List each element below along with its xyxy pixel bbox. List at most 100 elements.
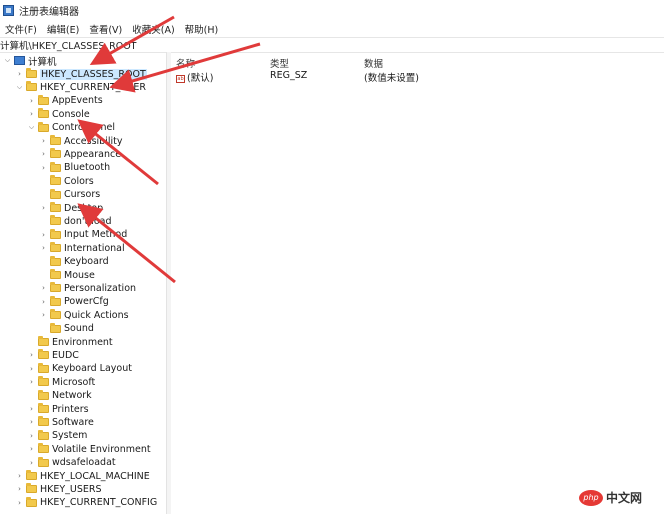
expand-closed-icon[interactable]: › [39, 150, 48, 159]
expand-closed-icon[interactable]: › [27, 364, 36, 373]
tree-node-label: HKEY_CLASSES_ROOT [40, 68, 147, 80]
tree-node[interactable]: › Keyboard Layout [27, 362, 132, 375]
expand-open-icon[interactable]: ⌵ [15, 83, 24, 92]
expand-open-icon[interactable]: ⌵ [27, 123, 36, 132]
expand-closed-icon[interactable]: › [15, 70, 24, 79]
expand-closed-icon[interactable]: › [27, 458, 36, 467]
folder-icon [50, 242, 61, 253]
tree-node[interactable]: › PowerCfg [39, 295, 109, 308]
folder-icon [50, 269, 61, 280]
watermark-text: 中文网 [606, 491, 643, 505]
expand-closed-icon[interactable]: › [27, 418, 36, 427]
column-header-data[interactable]: 数据 [364, 56, 383, 70]
folder-icon [50, 228, 61, 239]
tree-node[interactable]: Keyboard [39, 255, 109, 268]
expand-closed-icon[interactable]: › [39, 204, 48, 213]
tree-node[interactable]: Sound [39, 322, 94, 335]
tree-node[interactable]: › Appearance [39, 148, 121, 161]
menu-view[interactable]: 查看(V) [84, 22, 127, 36]
tree-node-label: System [52, 430, 88, 442]
tree-node-label: Console [52, 108, 90, 120]
tree-node[interactable]: › Bluetooth [39, 161, 110, 174]
tree-node[interactable]: Cursors [39, 188, 100, 201]
tree-node-label: HKEY_LOCAL_MACHINE [40, 470, 150, 482]
tree-node[interactable]: › HKEY_LOCAL_MACHINE [15, 469, 150, 482]
menu-edit[interactable]: 编辑(E) [42, 22, 84, 36]
expand-closed-icon[interactable]: › [15, 472, 24, 481]
tree-node-label: Sound [64, 323, 94, 335]
registry-tree[interactable]: ⌵ 计算机 › HKEY_CLASSES_ROOT ⌵ HKEY_CURRENT_USER… [0, 52, 166, 514]
value-data: (数值未设置) [364, 73, 419, 84]
tree-node[interactable]: › Input Method [39, 228, 127, 241]
expand-closed-icon[interactable]: › [39, 230, 48, 239]
expand-closed-icon[interactable]: › [27, 431, 36, 440]
tree-node[interactable]: › Microsoft [27, 376, 95, 389]
tree-node[interactable]: ⌵ 计算机 [3, 54, 57, 68]
tree-node[interactable]: › wdsafeloadat [27, 456, 116, 469]
expand-closed-icon[interactable]: › [27, 445, 36, 454]
pane-splitter[interactable] [166, 52, 171, 514]
tree-node[interactable]: › Accessibility [39, 134, 122, 147]
tree-node[interactable]: › Quick Actions [39, 309, 129, 322]
expand-closed-icon[interactable]: › [39, 244, 48, 253]
expand-closed-icon[interactable]: › [27, 351, 36, 360]
tree-node[interactable]: ⌵ Control Panel [27, 121, 115, 134]
tree-node[interactable]: › HKEY_USERS [15, 483, 102, 496]
tree-node[interactable]: Network [27, 389, 92, 402]
expand-closed-icon[interactable]: › [39, 284, 48, 293]
tree-node[interactable]: Mouse [39, 268, 95, 281]
expand-closed-icon[interactable]: › [27, 405, 36, 414]
tree-node-label: International [64, 242, 125, 254]
expand-closed-icon[interactable]: › [39, 137, 48, 146]
values-list[interactable]: 名称 类型 数据 ab (默认) REG_SZ (数值未设置) [172, 52, 664, 514]
tree-node[interactable]: Colors [39, 175, 94, 188]
tree-node[interactable]: › System [27, 429, 87, 442]
folder-icon [38, 121, 49, 132]
tree-node[interactable]: › Software [27, 416, 94, 429]
tree-node[interactable]: › EUDC [27, 349, 79, 362]
menu-help[interactable]: 帮助(H) [180, 22, 224, 36]
expand-closed-icon[interactable]: › [39, 311, 48, 320]
address-path[interactable]: 计算机\HKEY_CLASSES_ROOT [0, 38, 136, 52]
menu-favorites[interactable]: 收藏夹(A) [127, 22, 179, 36]
tree-node-label: EUDC [52, 349, 79, 361]
tree-node-label: Keyboard [64, 256, 109, 268]
tree-node[interactable]: › AppEvents [27, 94, 103, 107]
tree-node-label: Volatile Environment [52, 443, 151, 455]
expand-closed-icon[interactable]: › [15, 498, 24, 507]
value-row[interactable]: ab (默认) REG_SZ (数值未设置) [172, 70, 664, 84]
address-bar[interactable]: 计算机\HKEY_CLASSES_ROOT [0, 37, 664, 53]
tree-node[interactable]: › HKEY_CURRENT_CONFIG [15, 496, 157, 509]
expand-closed-icon[interactable]: › [39, 163, 48, 172]
folder-icon [38, 416, 49, 427]
expand-closed-icon[interactable]: › [15, 485, 24, 494]
tree-node[interactable]: › Console [27, 108, 90, 121]
tree-node[interactable]: ⌵ HKEY_CURRENT_USER [15, 81, 146, 94]
expand-closed-icon[interactable]: › [27, 96, 36, 105]
folder-icon [50, 161, 61, 172]
column-header-type[interactable]: 类型 [270, 56, 289, 70]
watermark: php 中文网 [579, 489, 642, 506]
tree-node[interactable]: › Desktop [39, 201, 103, 214]
folder-icon [50, 175, 61, 186]
tree-node[interactable]: don't load [39, 215, 112, 228]
expand-closed-icon[interactable]: › [27, 110, 36, 119]
folder-icon [38, 443, 49, 454]
tree-node[interactable]: › Volatile Environment [27, 443, 151, 456]
expand-closed-icon[interactable]: › [39, 297, 48, 306]
tree-node[interactable]: › International [39, 242, 125, 255]
folder-icon [50, 202, 61, 213]
folder-icon [38, 376, 49, 387]
column-header-name[interactable]: 名称 [176, 56, 195, 70]
expand-closed-icon[interactable]: › [27, 378, 36, 387]
tree-node[interactable]: › Personalization [39, 282, 136, 295]
tree-node[interactable]: › HKEY_CLASSES_ROOT [15, 67, 147, 80]
menu-file[interactable]: 文件(F) [0, 22, 42, 36]
expand-open-icon[interactable]: ⌵ [3, 56, 12, 65]
tree-node[interactable]: Environment [27, 335, 113, 348]
tree-node[interactable]: › Printers [27, 402, 89, 415]
